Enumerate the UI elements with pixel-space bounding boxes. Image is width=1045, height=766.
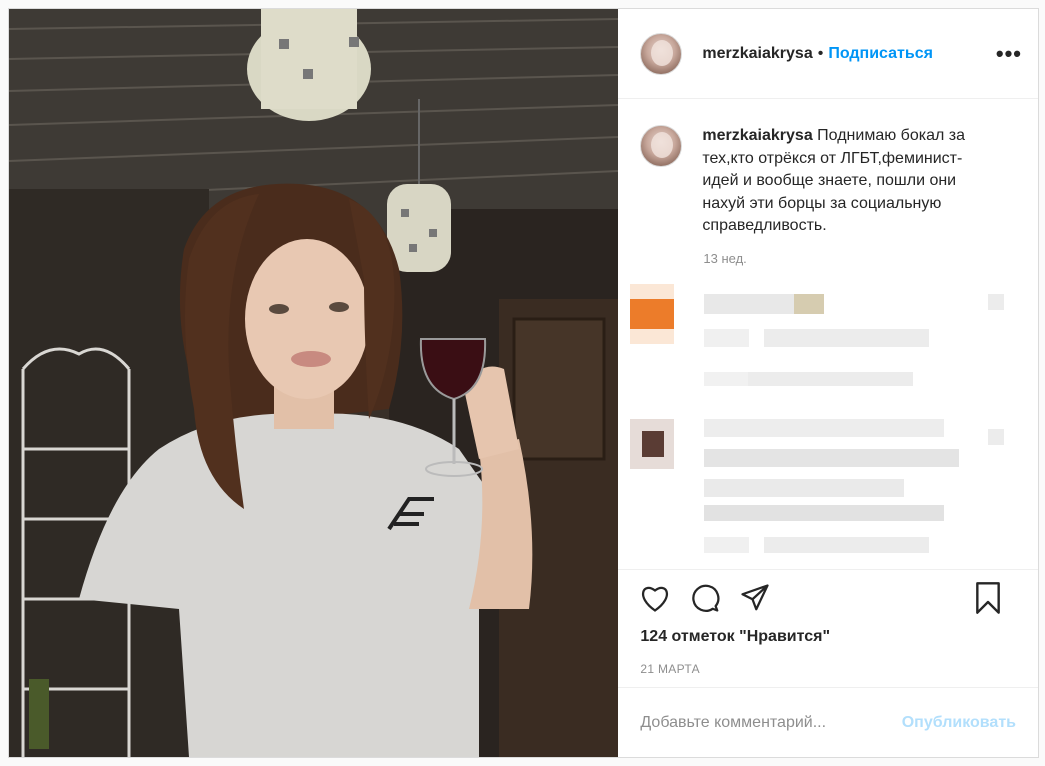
likes-count[interactable]: 124 отметок "Нравится" [640,628,1022,646]
heart-icon[interactable] [640,584,670,617]
post-photo[interactable] [9,9,619,757]
comment-input[interactable] [640,713,902,732]
post-container: merzkaiakrysa • Подписаться ••• merzkaia… [8,8,1039,758]
action-icons [640,581,1022,619]
avatar[interactable] [640,32,683,75]
follow-button[interactable]: Подписаться [828,45,933,63]
publish-button[interactable]: Опубликовать [902,714,1016,732]
header-username[interactable]: merzkaiakrysa [702,45,812,63]
header-separator: • [817,44,824,62]
more-options-icon[interactable]: ••• [996,41,1022,67]
post-actions: 124 отметок "Нравится" 21 МАРТА [618,569,1038,687]
add-comment-bar: Опубликовать [618,687,1038,757]
caption: merzkaiakrysa Поднимаю бокал за тех,кто … [618,99,1038,238]
photo-illustration [9,9,619,757]
avatar[interactable] [640,125,683,167]
post-header: merzkaiakrysa • Подписаться ••• [618,9,1038,99]
redacted-comment-2 [618,419,1038,559]
share-icon[interactable] [740,583,770,618]
bookmark-icon[interactable] [974,581,1002,619]
post-side-panel: merzkaiakrysa • Подписаться ••• merzkaia… [618,9,1038,757]
caption-username[interactable]: merzkaiakrysa [702,127,812,144]
post-date[interactable]: 21 МАРТА [640,662,1022,676]
comments-area: merzkaiakrysa Поднимаю бокал за тех,кто … [618,99,1038,569]
redacted-comment-1 [618,284,1038,404]
caption-body: merzkaiakrysa Поднимаю бокал за тех,кто … [702,125,992,238]
comment-icon[interactable] [690,583,720,618]
caption-time[interactable]: 13 нед. [703,251,1038,266]
